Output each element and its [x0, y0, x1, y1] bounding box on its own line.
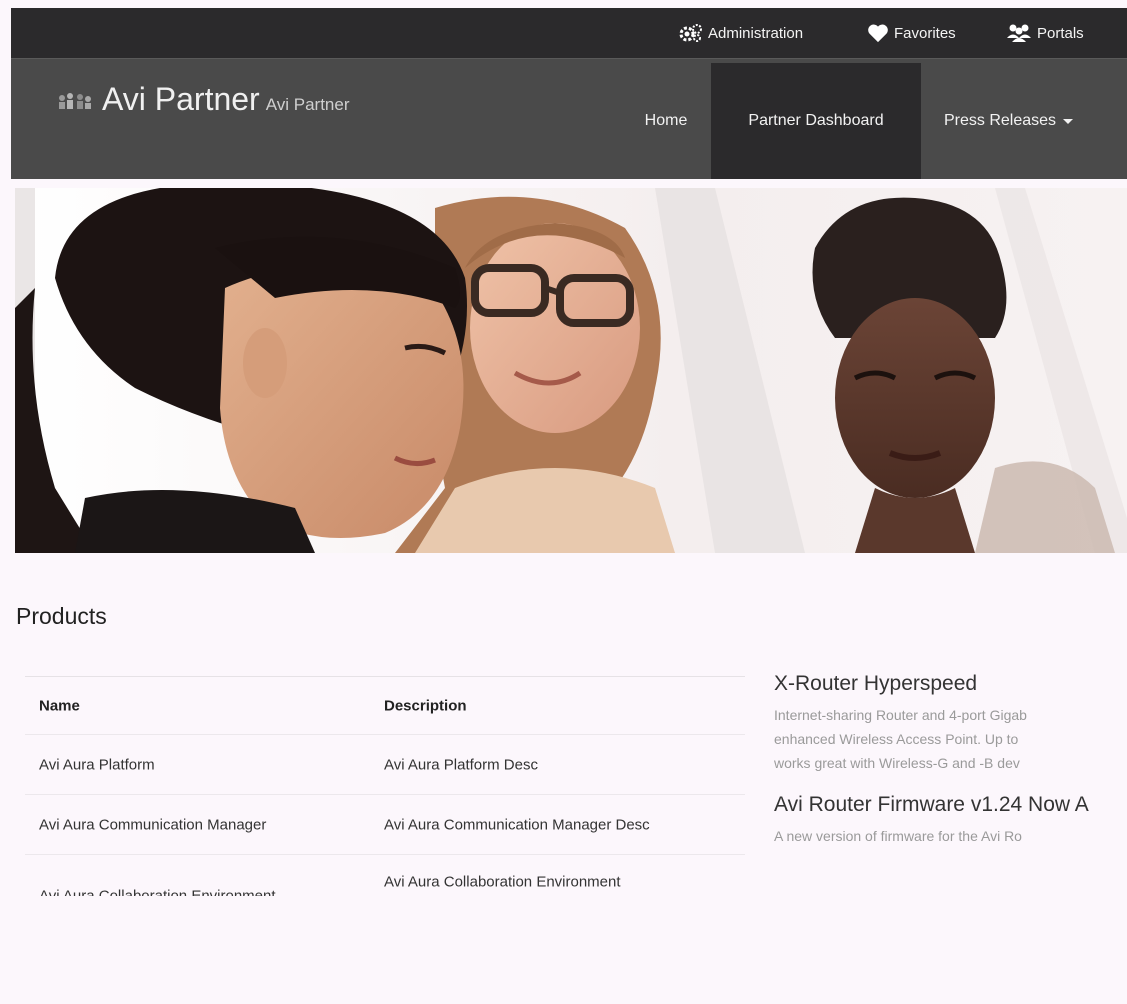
hero-image — [15, 188, 1127, 553]
favorites-link[interactable]: Favorites — [867, 8, 956, 58]
nav-press-releases-label: Press Releases — [944, 112, 1057, 129]
users-icon — [1007, 24, 1031, 42]
caret-down-icon — [1063, 118, 1074, 124]
news-body: Internet-sharing Router and 4-port Gigab… — [774, 703, 1127, 775]
nav-partner-dashboard-label: Partner Dashboard — [748, 112, 884, 129]
brand-title: Avi Partner — [102, 81, 260, 117]
nav-home[interactable]: Home — [621, 63, 711, 179]
products-table: Name Description Avi Aura Platform Avi A… — [25, 676, 745, 914]
heart-icon — [868, 24, 888, 43]
hero-banner — [15, 188, 1127, 553]
utility-bar: Administration Favorites Portals — [11, 8, 1127, 58]
brand[interactable]: Avi Partner Avi Partner — [56, 81, 349, 118]
news-panel: X-Router Hyperspeed Internet-sharing Rou… — [774, 672, 1127, 866]
news-body-line: A new version of firmware for the Avi Ro — [774, 828, 1022, 844]
column-header-name[interactable]: Name — [39, 697, 80, 714]
products-title: Products — [16, 603, 107, 629]
table-row[interactable]: Avi Aura Communication Manager Avi Aura … — [25, 795, 745, 855]
news-item[interactable]: X-Router Hyperspeed Internet-sharing Rou… — [774, 672, 1127, 775]
news-title[interactable]: X-Router Hyperspeed — [774, 672, 1127, 696]
administration-link[interactable]: Administration — [679, 8, 803, 58]
brand-subtitle: Avi Partner — [265, 95, 350, 114]
administration-label: Administration — [708, 24, 804, 42]
news-title[interactable]: Avi Router Firmware v1.24 Now A — [774, 793, 1127, 817]
gears-icon — [679, 24, 702, 42]
table-row[interactable]: Avi Aura Platform Avi Aura Platform Desc — [25, 735, 745, 795]
favorites-label: Favorites — [894, 24, 956, 42]
portals-label: Portals — [1037, 24, 1084, 42]
table-header-row: Name Description — [25, 677, 745, 735]
news-item[interactable]: Avi Router Firmware v1.24 Now A A new ve… — [774, 793, 1127, 848]
product-description: Avi Aura Platform Desc — [384, 756, 538, 773]
product-name: Avi Aura Platform — [39, 756, 155, 773]
brand-logo-icon — [59, 92, 91, 109]
product-description: Avi Aura Collaboration Environment — [384, 873, 621, 891]
main-navbar: Avi Partner Avi Partner Home Partner Das… — [11, 58, 1127, 179]
nav-home-label: Home — [644, 112, 688, 129]
product-name: Avi Aura Communication Manager — [39, 816, 267, 833]
nav-partner-dashboard[interactable]: Partner Dashboard — [711, 63, 921, 179]
news-body-line: Internet-sharing Router and 4-port Gigab — [774, 707, 1027, 723]
news-body: A new version of firmware for the Avi Ro — [774, 824, 1127, 848]
portals-link[interactable]: Portals — [1006, 8, 1084, 58]
nav-press-releases[interactable]: Press Releases — [921, 63, 1127, 179]
news-body-line: works great with Wireless-G and -B dev — [774, 755, 1020, 771]
product-description: Avi Aura Communication Manager Desc — [384, 816, 650, 833]
content-clip-mask — [0, 896, 1127, 1004]
column-header-description[interactable]: Description — [384, 697, 467, 714]
news-body-line: enhanced Wireless Access Point. Up to — [774, 731, 1019, 747]
